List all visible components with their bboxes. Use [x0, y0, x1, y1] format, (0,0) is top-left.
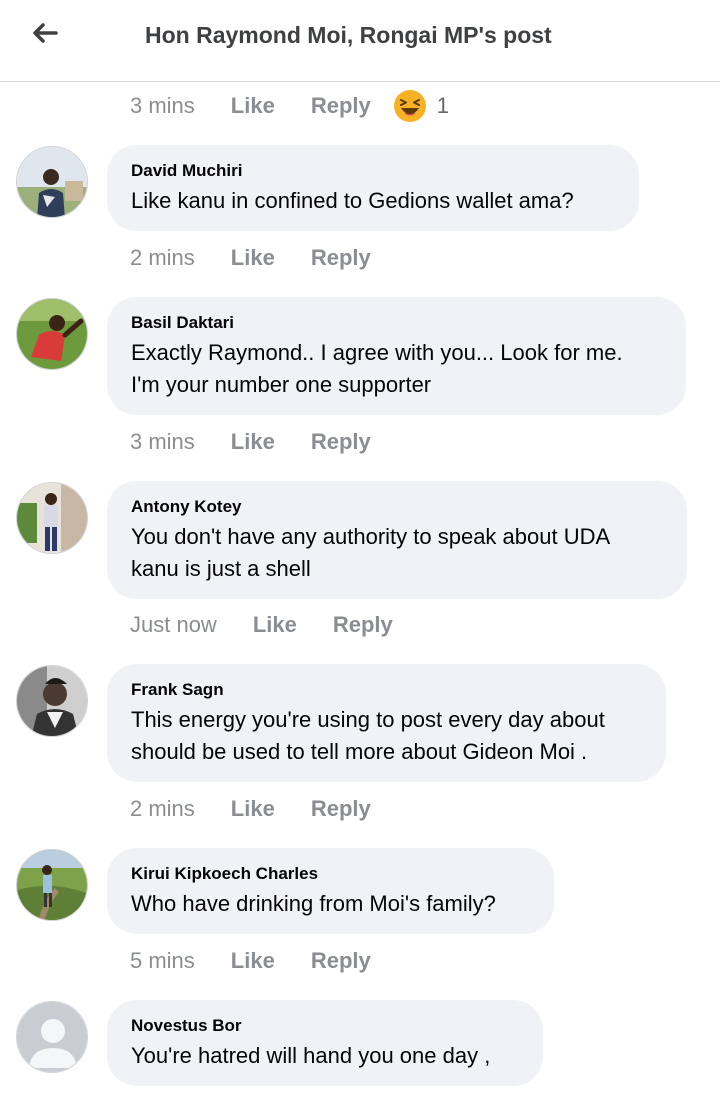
comment-bubble: Novestus Bor You're hatred will hand you… — [107, 1000, 543, 1086]
comment-time: Just now — [130, 612, 217, 637]
comment-text: Like kanu in confined to Gedions wallet … — [131, 188, 574, 213]
comment-text: This energy you're using to post every d… — [131, 707, 605, 764]
comment-actions: 3 mins Like Reply 1 — [130, 89, 449, 123]
comment-bubble: David Muchiri Like kanu in confined to G… — [107, 145, 639, 231]
page-title: Hon Raymond Moi, Rongai MP's post — [145, 22, 552, 48]
reaction-count: 1 — [436, 93, 449, 118]
comment-bubble: Antony Kotey You don't have any authorit… — [107, 481, 687, 599]
avatar[interactable] — [16, 1001, 88, 1073]
comment-time: 3 mins — [130, 93, 195, 118]
avatar-photo — [17, 850, 87, 920]
comment-actions: Just now Like Reply — [130, 610, 393, 640]
comment-time: 5 mins — [130, 948, 195, 973]
comment-actions: 3 mins Like Reply — [130, 427, 371, 457]
avatar-photo — [17, 483, 87, 553]
like-button[interactable]: Like — [231, 245, 275, 271]
commenter-name[interactable]: Novestus Bor — [131, 1016, 519, 1036]
like-button[interactable]: Like — [231, 796, 275, 822]
reply-button[interactable]: Reply — [311, 429, 371, 455]
reply-button[interactable]: Reply — [333, 612, 393, 638]
comment-time: 3 mins — [130, 429, 195, 454]
comment-time: 2 mins — [130, 796, 195, 821]
comment-bubble: Basil Daktari Exactly Raymond.. I agree … — [107, 297, 686, 415]
avatar[interactable] — [16, 298, 88, 370]
reply-button[interactable]: Reply — [311, 796, 371, 822]
avatar-photo — [17, 666, 87, 736]
like-button[interactable]: Like — [253, 612, 297, 638]
comment-time: 2 mins — [130, 245, 195, 270]
comment-actions: 5 mins Like Reply — [130, 946, 371, 976]
comment-text: Who have drinking from Moi's family? — [131, 891, 496, 916]
like-button[interactable]: Like — [231, 429, 275, 455]
commenter-name[interactable]: Antony Kotey — [131, 497, 663, 517]
comment-actions: 2 mins Like Reply — [130, 794, 371, 824]
commenter-name[interactable]: Kirui Kipkoech Charles — [131, 864, 530, 884]
like-button[interactable]: Like — [231, 948, 275, 974]
comment-text: Exactly Raymond.. I agree with you... Lo… — [131, 340, 623, 397]
avatar[interactable] — [16, 665, 88, 737]
reply-button[interactable]: Reply — [311, 245, 371, 271]
avatar[interactable] — [16, 482, 88, 554]
reply-button[interactable]: Reply — [311, 93, 371, 119]
comment-bubble: Kirui Kipkoech Charles Who have drinking… — [107, 848, 554, 934]
avatar[interactable] — [16, 849, 88, 921]
comment-text: You're hatred will hand you one day , — [131, 1043, 491, 1068]
comment-bubble: Frank Sagn This energy you're using to p… — [107, 664, 666, 782]
back-arrow-icon[interactable] — [28, 16, 62, 50]
comment-actions: 2 mins Like Reply — [130, 243, 371, 273]
avatar-photo — [17, 299, 87, 369]
haha-reaction-icon — [393, 90, 426, 122]
default-avatar-icon — [17, 1002, 87, 1072]
commenter-name[interactable]: Frank Sagn — [131, 680, 642, 700]
avatar-photo — [17, 147, 87, 217]
commenter-name[interactable]: Basil Daktari — [131, 313, 662, 333]
avatar[interactable] — [16, 146, 88, 218]
reply-button[interactable]: Reply — [311, 948, 371, 974]
comment-text: You don't have any authority to speak ab… — [131, 524, 611, 581]
post-header: Hon Raymond Moi, Rongai MP's post — [0, 0, 720, 82]
commenter-name[interactable]: David Muchiri — [131, 161, 615, 181]
reaction-summary[interactable]: 1 — [393, 89, 449, 123]
like-button[interactable]: Like — [231, 93, 275, 119]
